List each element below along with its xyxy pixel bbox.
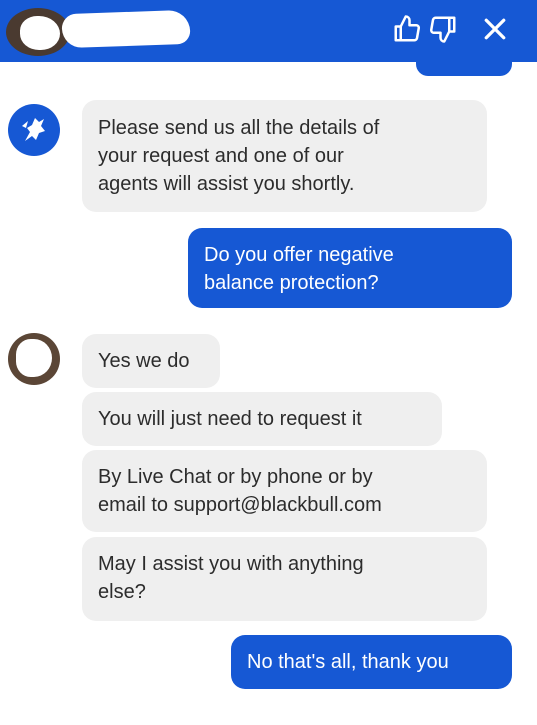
bull-logo-icon	[22, 118, 45, 141]
redacted-agent-name	[61, 9, 191, 49]
agent-avatar	[8, 333, 60, 385]
redacted-face	[20, 16, 60, 50]
redacted-face	[16, 339, 52, 377]
agent-avatar	[6, 8, 70, 56]
chat-header	[0, 0, 537, 62]
bot-avatar	[8, 104, 60, 156]
thumbs-up-icon[interactable]	[392, 14, 422, 44]
user-message: No that's all, thank you	[231, 635, 512, 689]
agent-message: By Live Chat or by phone or by email to …	[82, 450, 487, 532]
previous-message-bubble	[416, 60, 512, 76]
close-icon[interactable]	[480, 14, 510, 44]
agent-message: May I assist you with anything else?	[82, 537, 487, 621]
user-message: Do you offer negative balance protection…	[188, 228, 512, 308]
agent-message: Yes we do	[82, 334, 220, 388]
thumbs-down-icon[interactable]	[428, 14, 458, 44]
agent-message: You will just need to request it	[82, 392, 442, 446]
bot-message: Please send us all the details of your r…	[82, 100, 487, 212]
